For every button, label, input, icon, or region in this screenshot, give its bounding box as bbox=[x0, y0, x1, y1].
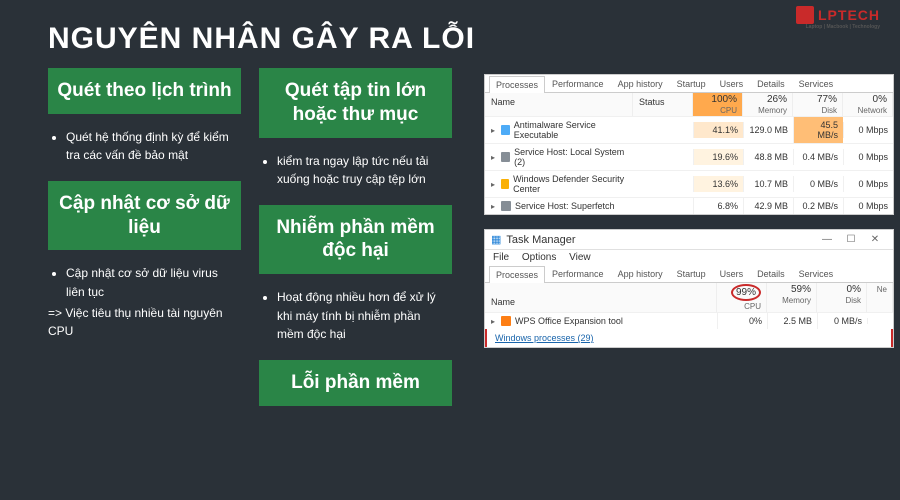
col-status[interactable]: Status bbox=[633, 93, 693, 116]
tab-performance[interactable]: Performance bbox=[545, 75, 611, 92]
tab-app-history[interactable]: App history bbox=[611, 265, 670, 282]
task-manager-screenshot-1: Processes Performance App history Startu… bbox=[484, 74, 894, 215]
tab-startup[interactable]: Startup bbox=[670, 75, 713, 92]
logo-text: LPTECH bbox=[818, 7, 880, 23]
col-name[interactable]: Name bbox=[485, 93, 633, 116]
tab-processes[interactable]: Processes bbox=[489, 76, 545, 93]
minimize-button[interactable]: — bbox=[815, 232, 839, 247]
col-cpu[interactable]: 100%CPU bbox=[693, 93, 743, 116]
expand-icon[interactable]: ▸ bbox=[491, 126, 495, 135]
screenshots: Processes Performance App history Startu… bbox=[484, 74, 894, 348]
logo-subtitle: Laptop | Macbook | Technology bbox=[806, 24, 880, 30]
card-db-update: Cập nhật cơ sở dữ liệu bbox=[48, 181, 241, 251]
tm2-menu: File Options View bbox=[485, 250, 893, 265]
tab-users[interactable]: Users bbox=[713, 265, 751, 282]
process-row[interactable]: ▸Service Host: Local System (2)19.6%48.8… bbox=[485, 143, 893, 170]
card-software-error: Lỗi phần mềm bbox=[259, 360, 452, 406]
tab-details[interactable]: Details bbox=[750, 75, 792, 92]
tab-services[interactable]: Services bbox=[792, 265, 841, 282]
card-large-file: Quét tập tin lớn hoặc thư mục bbox=[259, 68, 452, 138]
task-manager-screenshot-2: ▦ Task Manager — ☐ ✕ File Options View P… bbox=[484, 229, 894, 348]
col-network[interactable]: Ne bbox=[867, 283, 893, 312]
windows-processes-group[interactable]: Windows processes (29) bbox=[485, 329, 893, 347]
expand-icon[interactable]: ▸ bbox=[491, 180, 495, 189]
col-disk[interactable]: 0%Disk bbox=[817, 283, 867, 312]
tab-startup[interactable]: Startup bbox=[670, 265, 713, 282]
app-icon bbox=[501, 201, 511, 211]
card-scheduled-scan: Quét theo lịch trình bbox=[48, 68, 241, 114]
logo: LPTECH Laptop | Macbook | Technology bbox=[796, 6, 880, 24]
col-memory[interactable]: 59%Memory bbox=[767, 283, 817, 312]
col-memory[interactable]: 26%Memory bbox=[743, 93, 793, 116]
page-title: NGUYÊN NHÂN GÂY RA LỖI bbox=[0, 0, 900, 68]
tab-users[interactable]: Users bbox=[713, 75, 751, 92]
col-name[interactable]: Name bbox=[485, 283, 717, 312]
app-icon bbox=[501, 179, 509, 189]
col-disk[interactable]: 77%Disk bbox=[793, 93, 843, 116]
maximize-button[interactable]: ☐ bbox=[839, 232, 863, 247]
app-icon bbox=[501, 152, 510, 162]
tm2-header: Name 99%CPU 59%Memory 0%Disk Ne bbox=[485, 283, 893, 312]
process-row[interactable]: ▸WPS Office Expansion tool 0% 2.5 MB 0 M… bbox=[485, 312, 893, 329]
tm2-tabs: Processes Performance App history Startu… bbox=[485, 265, 893, 283]
menu-file[interactable]: File bbox=[493, 252, 509, 263]
desc-scheduled-scan: Quét hệ thống định kỳ để kiểm tra các vấ… bbox=[48, 124, 241, 171]
tab-details[interactable]: Details bbox=[750, 265, 792, 282]
menu-options[interactable]: Options bbox=[522, 252, 556, 263]
desc-malware: Hoạt động nhiều hơn để xử lý khi máy tín… bbox=[259, 284, 452, 350]
tm2-title: Task Manager bbox=[506, 234, 575, 246]
menu-view[interactable]: View bbox=[569, 252, 591, 263]
tab-processes[interactable]: Processes bbox=[489, 266, 545, 283]
process-row[interactable]: ▸Antimalware Service Executable41.1%129.… bbox=[485, 116, 893, 143]
tm1-tabs: Processes Performance App history Startu… bbox=[485, 75, 893, 93]
close-button[interactable]: ✕ bbox=[863, 232, 887, 247]
expand-icon[interactable]: ▸ bbox=[491, 153, 495, 162]
tab-app-history[interactable]: App history bbox=[611, 75, 670, 92]
col-cpu[interactable]: 99%CPU bbox=[717, 283, 767, 312]
tab-performance[interactable]: Performance bbox=[545, 265, 611, 282]
tab-services[interactable]: Services bbox=[792, 75, 841, 92]
process-row[interactable]: ▸Windows Defender Security Center13.6%10… bbox=[485, 170, 893, 197]
process-row[interactable]: ▸Service Host: Superfetch6.8%42.9 MB0.2 … bbox=[485, 197, 893, 214]
logo-icon bbox=[796, 6, 814, 24]
desc-large-file: kiểm tra ngay lập tức nếu tải xuống hoặc… bbox=[259, 148, 452, 195]
card-malware: Nhiễm phần mềm độc hại bbox=[259, 205, 452, 275]
app-icon bbox=[501, 316, 511, 326]
desc-db-update: Cập nhật cơ sở dữ liệu virus liên tục =>… bbox=[48, 260, 241, 344]
tm1-header: Name Status 100%CPU 26%Memory 77%Disk 0%… bbox=[485, 93, 893, 116]
tm2-titlebar: ▦ Task Manager — ☐ ✕ bbox=[485, 230, 893, 250]
app-icon bbox=[501, 125, 510, 135]
expand-icon[interactable]: ▸ bbox=[491, 202, 495, 211]
tm-icon: ▦ bbox=[491, 233, 501, 246]
expand-icon[interactable]: ▸ bbox=[491, 317, 495, 326]
col-network[interactable]: 0%Network bbox=[843, 93, 893, 116]
